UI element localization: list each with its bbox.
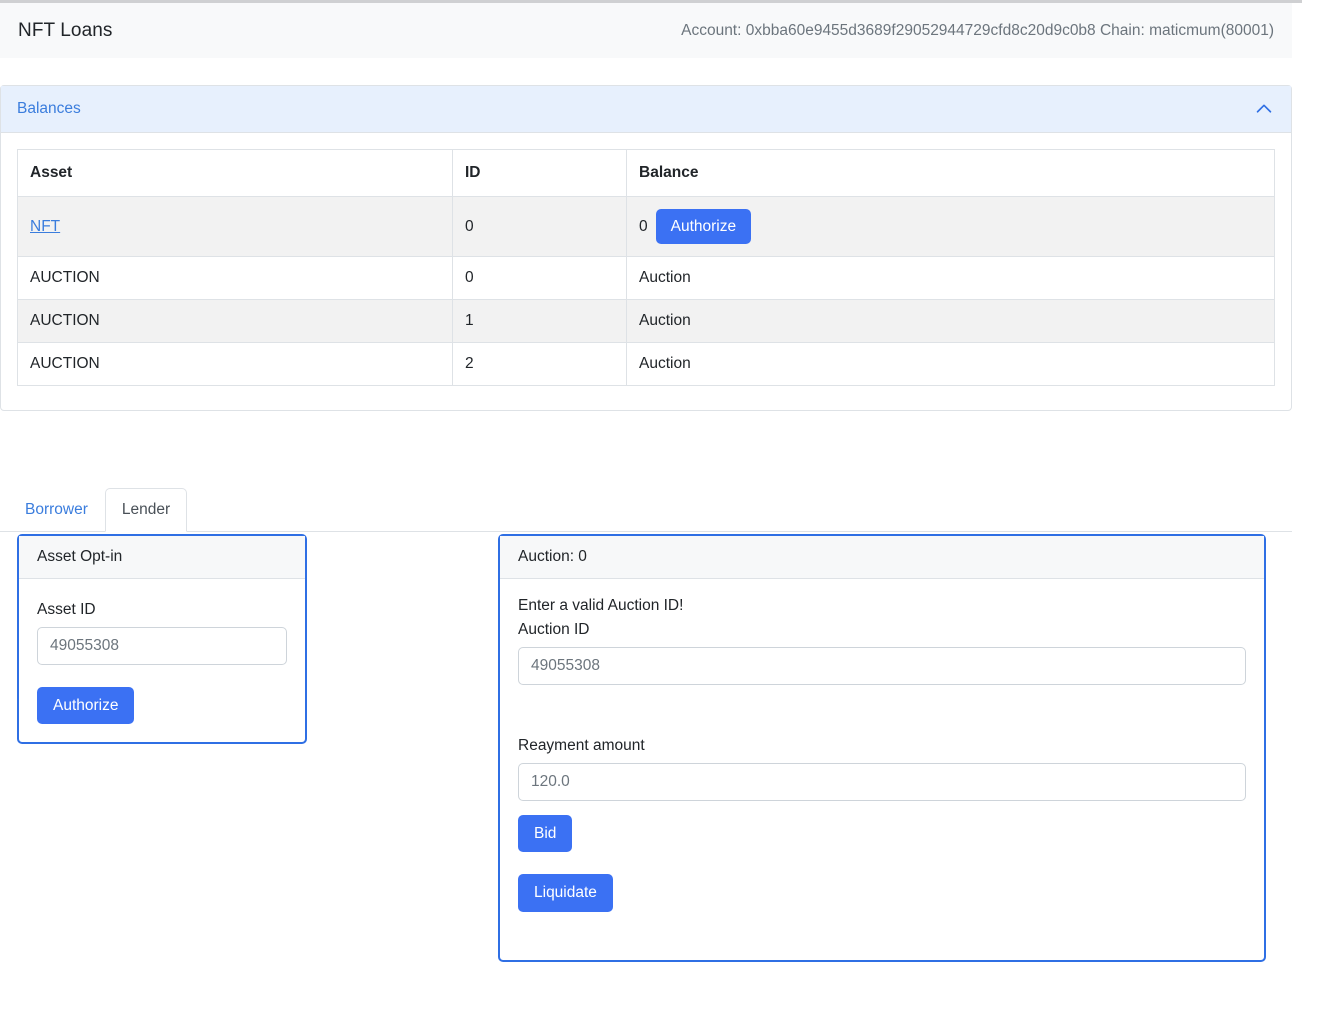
cell-asset: AUCTION (17, 342, 453, 387)
navbar: NFT Loans Account: 0xbba60e9455d3689f290… (0, 3, 1292, 58)
balances-table: Asset ID Balance NFT 0 0 Authorize AUCTI… (17, 149, 1275, 387)
cell-balance: Auction (626, 342, 1275, 387)
cell-id: 2 (452, 342, 627, 387)
balances-panel-title: Balances (17, 100, 81, 117)
cell-balance: Auction (626, 256, 1275, 301)
asset-optin-card-header: Asset Opt-in (19, 536, 305, 579)
balances-panel: Balances Asset ID Balance NFT 0 0 Author… (0, 85, 1292, 412)
asset-id-label: Asset ID (37, 601, 96, 618)
cell-asset: AUCTION (17, 299, 453, 344)
balances-panel-body: Asset ID Balance NFT 0 0 Authorize AUCTI… (1, 133, 1291, 410)
cell-asset: NFT (17, 195, 453, 258)
page-title: NFT Loans (18, 19, 113, 41)
cell-balance: 0 Authorize (626, 195, 1275, 258)
balance-value: 0 (639, 217, 648, 235)
auction-card-header: Auction: 0 (500, 536, 1264, 579)
asset-id-input[interactable] (37, 627, 287, 665)
nft-asset-link[interactable]: NFT (30, 218, 60, 235)
repayment-amount-input[interactable] (518, 763, 1246, 801)
table-row: AUCTION 1 Auction (17, 299, 1275, 344)
column-header-balance: Balance (626, 149, 1275, 197)
cell-id: 0 (452, 195, 627, 258)
cell-id: 0 (452, 256, 627, 301)
asset-optin-card: Asset Opt-in Asset ID Authorize (17, 534, 307, 745)
role-tabs: Borrower Lender (0, 488, 1292, 532)
column-header-id: ID (452, 149, 627, 197)
auction-card: Auction: 0 Enter a valid Auction ID! Auc… (498, 534, 1266, 962)
table-header-row: Asset ID Balance (17, 149, 1275, 197)
chevron-up-icon[interactable] (1253, 98, 1275, 120)
liquidate-button[interactable]: Liquidate (518, 874, 613, 912)
authorize-button-row0[interactable]: Authorize (655, 209, 752, 245)
role-tabs-container: Borrower Lender (0, 488, 1292, 532)
column-header-asset: Asset (17, 149, 453, 197)
auction-card-body: Enter a valid Auction ID! Auction ID Rea… (500, 579, 1264, 930)
cell-asset: AUCTION (17, 256, 453, 301)
lender-panel: Asset Opt-in Asset ID Authorize Auction:… (0, 534, 1292, 964)
cell-id: 1 (452, 299, 627, 344)
auction-id-input[interactable] (518, 647, 1246, 685)
balances-panel-header[interactable]: Balances (1, 86, 1291, 133)
tab-borrower[interactable]: Borrower (8, 488, 105, 532)
tab-lender[interactable]: Lender (104, 488, 188, 532)
repayment-amount-label: Reayment amount (518, 737, 645, 754)
table-row: NFT 0 0 Authorize (17, 195, 1275, 258)
auction-validation-message: Enter a valid Auction ID! (518, 597, 684, 614)
account-chain-info: Account: 0xbba60e9455d3689f29052944729cf… (681, 21, 1274, 39)
asset-optin-authorize-button[interactable]: Authorize (37, 687, 135, 725)
table-row: AUCTION 2 Auction (17, 342, 1275, 387)
asset-optin-card-body: Asset ID Authorize (19, 579, 305, 742)
table-row: AUCTION 0 Auction (17, 256, 1275, 301)
bid-button[interactable]: Bid (518, 815, 573, 853)
auction-id-label: Auction ID (518, 621, 590, 638)
cell-balance: Auction (626, 299, 1275, 344)
